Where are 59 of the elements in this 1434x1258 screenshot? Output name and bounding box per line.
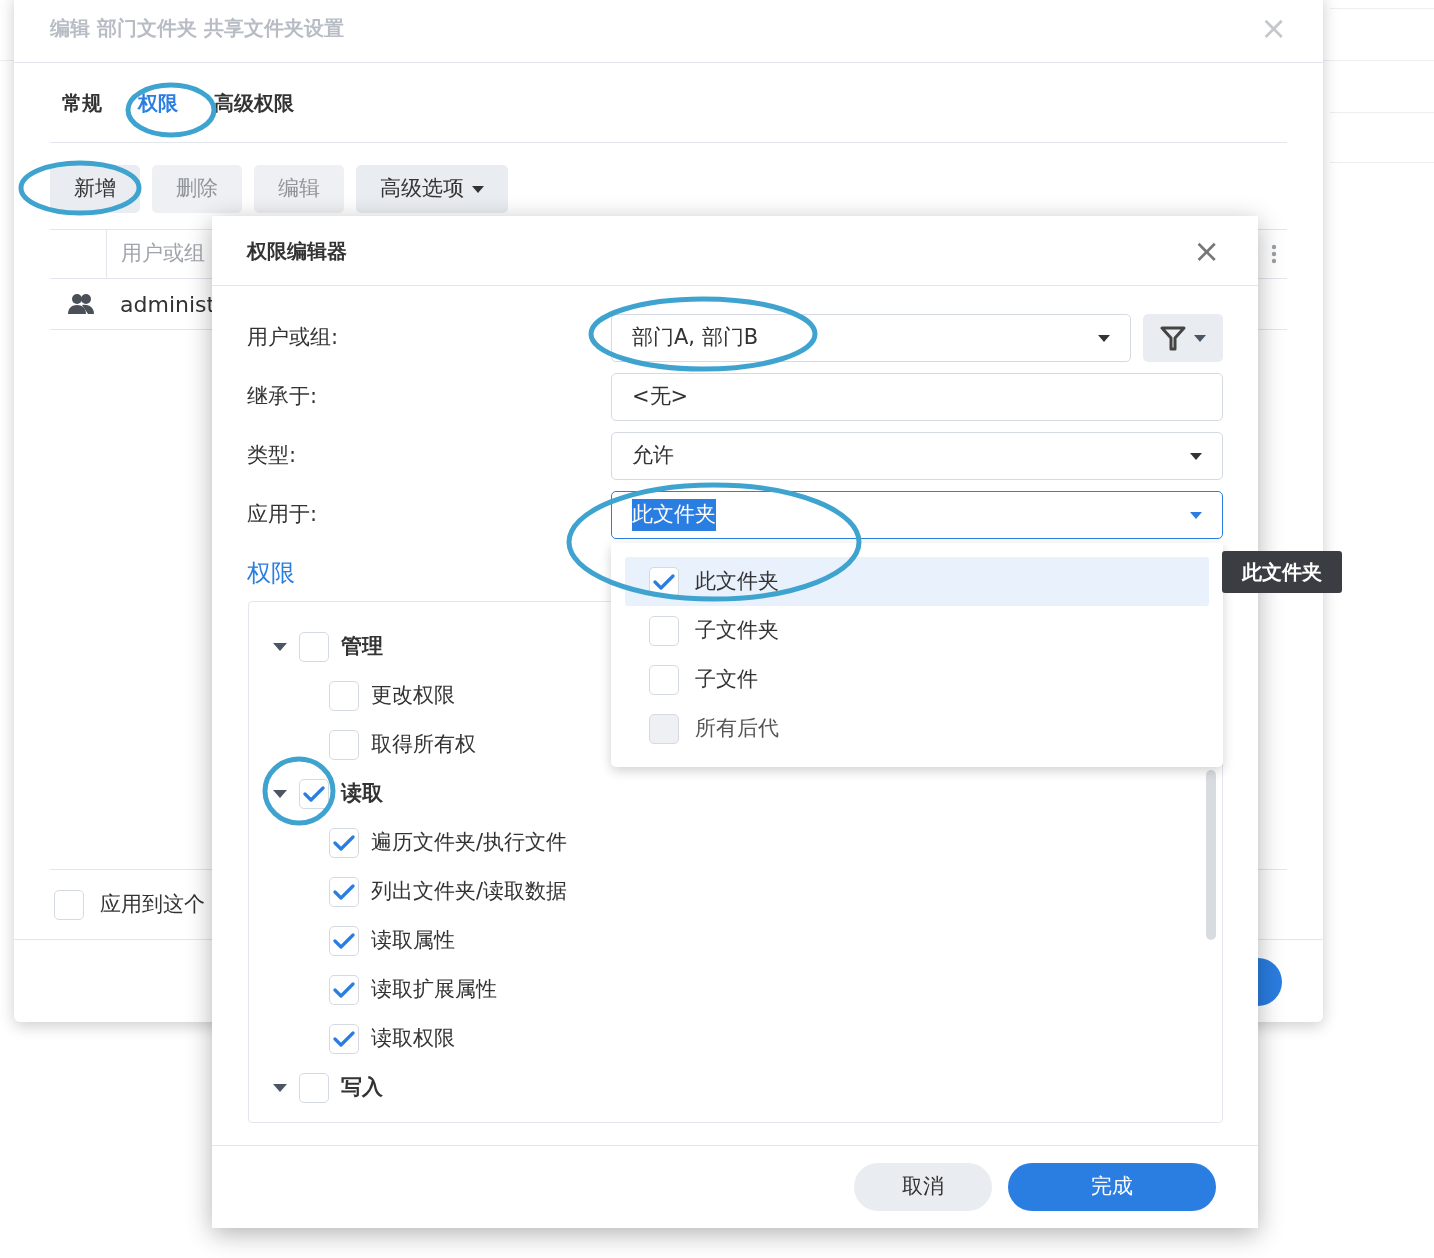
checkbox[interactable] (329, 827, 359, 858)
permission-label: 读取扩展属性 (371, 975, 497, 1003)
caret-icon (1190, 511, 1202, 519)
table-cell-text: administ (120, 290, 216, 319)
checkbox[interactable] (649, 615, 679, 646)
dropdown-item[interactable]: 此文件夹 (625, 557, 1209, 606)
field-label: 类型: (247, 442, 298, 470)
select-field[interactable]: 允许 (611, 432, 1223, 480)
caret-icon (1194, 334, 1206, 342)
checkbox[interactable] (329, 680, 359, 711)
checkbox[interactable] (299, 631, 329, 662)
toolbar-button[interactable]: 高级选项 (356, 165, 508, 213)
permission-label: 写入 (341, 1073, 383, 1101)
permission-label: 管理 (341, 632, 383, 660)
dropdown-item[interactable]: 子文件 (625, 655, 1209, 704)
checkbox[interactable] (329, 1023, 359, 1054)
checkbox[interactable] (329, 876, 359, 907)
permission-label: 读取权限 (371, 1024, 455, 1052)
group-users-icon (66, 293, 96, 315)
cancel-button[interactable]: 取消 (854, 1163, 992, 1211)
field-label: 继承于: (247, 383, 319, 411)
permission-label: 更改权限 (371, 681, 455, 709)
checkbox[interactable] (329, 925, 359, 956)
select-field[interactable]: 此文件夹 (611, 491, 1223, 539)
field-label: 用户或组: (247, 324, 340, 352)
permission-label: 读取 (341, 779, 383, 807)
tooltip: 此文件夹 (1222, 551, 1342, 593)
caret-icon (1098, 334, 1110, 342)
permission-label: 取得所有权 (371, 730, 476, 758)
tab[interactable]: 高级权限 (202, 87, 306, 118)
done-button[interactable]: 完成 (1008, 1163, 1216, 1211)
input-field[interactable]: <无> (611, 373, 1223, 421)
close-button[interactable]: × (1193, 226, 1220, 275)
filter-button[interactable] (1143, 314, 1223, 362)
field-label: 应用于: (247, 501, 319, 529)
filter-icon (1160, 325, 1186, 351)
permission-label: 列出文件夹/读取数据 (371, 877, 568, 905)
permission-label: 遍历文件夹/执行文件 (371, 828, 568, 856)
scrollbar[interactable] (1206, 770, 1216, 940)
checkbox[interactable] (649, 566, 679, 597)
section-title: 权限 (247, 558, 295, 589)
checkbox-label: 应用到这个 (100, 890, 205, 918)
tab[interactable]: 常规 (50, 87, 114, 118)
permission-label: 读取属性 (371, 926, 455, 954)
caret-icon[interactable] (273, 1082, 287, 1093)
caret-icon[interactable] (273, 788, 287, 799)
checkbox[interactable] (649, 664, 679, 695)
dropdown-item[interactable]: 子文件夹 (625, 606, 1209, 655)
caret-icon[interactable] (273, 641, 287, 652)
checkbox[interactable] (329, 729, 359, 760)
checkbox[interactable] (54, 889, 84, 920)
more-icon[interactable] (1271, 244, 1277, 264)
dialog-title: 权限编辑器 (247, 237, 347, 265)
checkbox[interactable] (329, 974, 359, 1005)
checkbox[interactable] (299, 778, 329, 809)
checkbox[interactable] (299, 1072, 329, 1103)
caret-icon (1190, 452, 1202, 460)
select-field[interactable]: 部门A, 部门B (611, 314, 1131, 362)
dialog-title: 编辑 部门文件夹 共享文件夹设置 (50, 15, 344, 42)
